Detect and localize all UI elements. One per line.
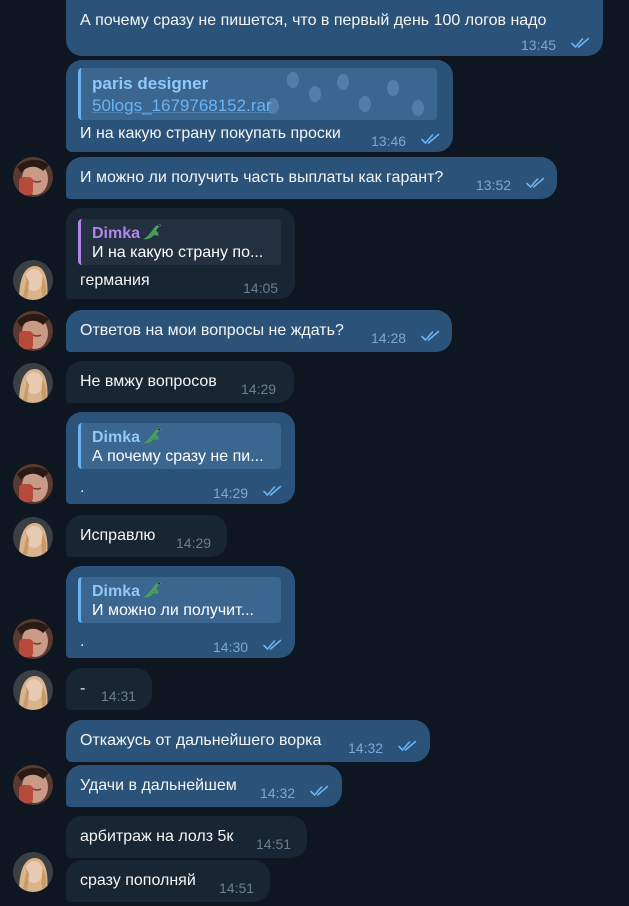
crocodile-emoji-icon [141,580,163,600]
file-link[interactable]: 50logs_1679768152.rar [92,96,272,116]
message-time: 13:46 [371,133,407,149]
avatar[interactable] [13,619,53,659]
message-text: А почему сразу не пишется, что в первый … [80,12,547,29]
reply-quote[interactable]: Dimka И можно ли получит... [78,577,281,623]
double-check-icon [310,785,330,797]
reply-text: И на какую страну по... [92,244,264,261]
reply-text: А почему сразу не пи... [92,448,264,465]
message-time: 14:31 [101,688,137,704]
message-time: 14:32 [348,740,384,756]
avatar[interactable] [13,517,53,557]
message-bubble-outgoing[interactable]: Dimka А почему сразу не пи... . 14:29 [66,412,295,504]
message-text: Не вмжу вопросов [80,373,217,390]
avatar[interactable] [13,311,53,351]
crocodile-emoji-icon [141,426,163,446]
avatar[interactable] [13,363,53,403]
message-time: 14:29 [213,485,249,501]
avatar[interactable] [13,852,53,892]
file-pattern-icon [267,72,424,116]
avatar[interactable] [13,260,53,300]
message-text: И можно ли получить часть выплаты как га… [80,169,444,186]
message-bubble-outgoing[interactable]: И можно ли получить часть выплаты как га… [66,157,557,199]
double-check-icon [263,485,283,497]
double-check-icon [421,330,441,342]
message-text: Ответов на мои вопросы не ждать? [80,322,344,339]
message-bubble-incoming[interactable]: арбитраж на лолз 5к 14:51 [66,816,307,858]
double-check-icon [263,639,283,651]
message-text: Исправлю [80,527,156,544]
message-bubble-incoming[interactable]: Dimka И на какую страну по... германия 1… [66,208,295,299]
message-bubble-outgoing[interactable]: paris designer 50logs_1679768152.rar И н… [66,60,453,152]
reply-quote[interactable]: Dimka И на какую страну по... [78,219,281,265]
message-time: 14:29 [241,381,277,397]
file-attachment[interactable]: paris designer 50logs_1679768152.rar [78,68,437,120]
double-check-icon [571,37,591,49]
message-time: 14:32 [260,785,296,801]
message-text: - [80,680,86,697]
crocodile-emoji-icon [141,222,163,242]
message-text: Удачи в дальнейшем [80,777,237,794]
message-time: 13:52 [476,177,512,193]
double-check-icon [398,740,418,752]
avatar[interactable] [13,765,53,805]
message-time: 13:45 [521,37,557,53]
message-bubble-incoming[interactable]: сразу пополняй 14:51 [66,860,270,902]
message-bubble-incoming[interactable]: - 14:31 [66,668,152,710]
reply-sender-name: Dimka [92,222,163,244]
message-bubble-outgoing[interactable]: Удачи в дальнейшем 14:32 [66,765,342,807]
message-bubble-outgoing[interactable]: Ответов на мои вопросы не ждать? 14:28 [66,310,452,352]
reply-quote[interactable]: Dimka А почему сразу не пи... [78,423,281,469]
message-text: . [80,633,85,650]
message-text: сразу пополняй [80,872,196,889]
message-text: арбитраж на лолз 5к [80,828,234,845]
reply-sender-name: Dimka [92,580,163,602]
message-bubble-outgoing[interactable]: А почему сразу не пишется, что в первый … [66,0,603,56]
message-text: германия [80,272,150,289]
avatar[interactable] [13,157,53,197]
message-time: 14:05 [243,280,279,296]
message-time: 14:28 [371,330,407,346]
avatar[interactable] [13,670,53,710]
reply-sender-name: Dimka [92,426,163,448]
message-bubble-incoming[interactable]: Исправлю 14:29 [66,515,227,557]
message-time: 14:29 [176,535,212,551]
reply-text: И можно ли получит... [92,602,254,619]
message-text: Откажусь от дальнейшего ворка [80,732,322,749]
message-time: 14:51 [256,836,292,852]
avatar[interactable] [13,464,53,504]
message-text: . [80,479,85,496]
double-check-icon [421,133,441,145]
message-bubble-outgoing[interactable]: Dimka И можно ли получит... . 14:30 [66,566,295,658]
message-time: 14:30 [213,639,249,655]
message-bubble-outgoing[interactable]: Откажусь от дальнейшего ворка 14:32 [66,720,430,762]
message-time: 14:51 [219,880,255,896]
file-sender-name: paris designer [92,74,209,93]
double-check-icon [526,177,546,189]
message-text: И на какую страну покупать проски [80,125,341,142]
message-bubble-incoming[interactable]: Не вмжу вопросов 14:29 [66,361,294,403]
